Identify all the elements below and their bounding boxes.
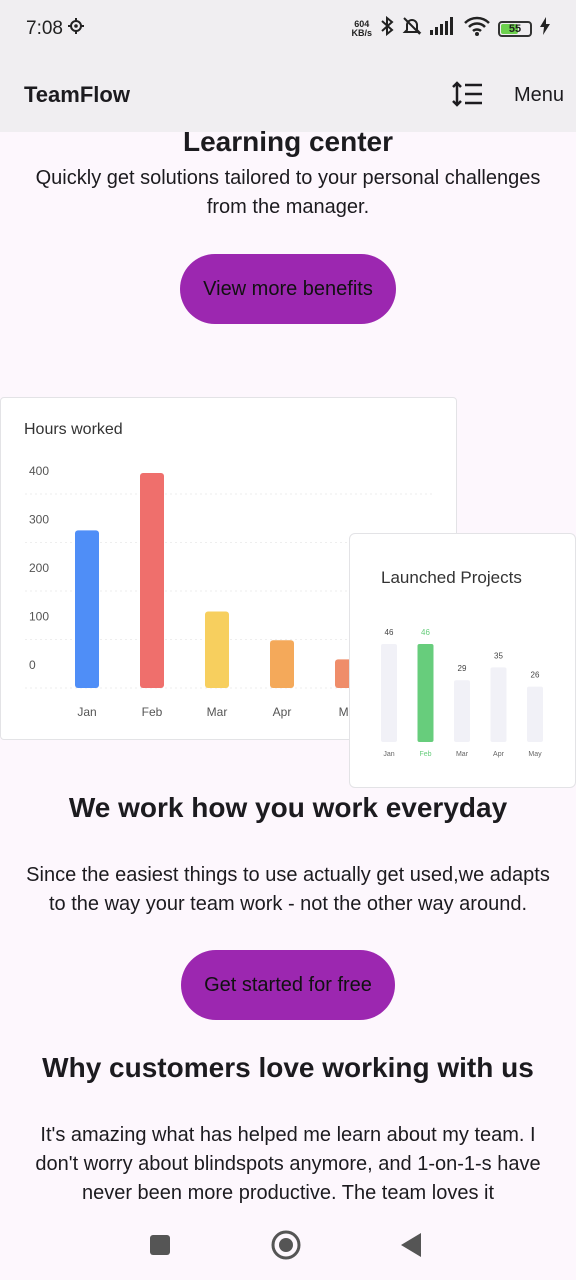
speed-unit: KB/s	[351, 28, 372, 38]
launched-projects-card: Launched Projects 46 Jan 46 Feb 29 Mar 35 Apr 26…	[349, 533, 576, 788]
customers-title: Why customers love working with us	[42, 1052, 534, 1083]
data-label: 46	[421, 628, 430, 637]
home-button[interactable]	[271, 1230, 301, 1265]
bar	[527, 686, 543, 742]
bluetooth-icon	[380, 15, 394, 42]
bar	[417, 644, 434, 742]
status-time: 7:08	[26, 18, 63, 39]
bar	[490, 667, 507, 742]
data-label: 26	[531, 671, 540, 680]
y-tick-label: 400	[29, 464, 49, 478]
y-tick-label: 0	[29, 658, 36, 672]
bar	[205, 611, 229, 688]
wifi-icon	[464, 16, 490, 42]
bar	[140, 473, 164, 688]
line-spacing-button[interactable]	[450, 78, 484, 112]
system-nav-bar	[0, 1212, 576, 1280]
app-actions: Menu	[450, 78, 564, 112]
learning-title: Learning center	[182, 126, 394, 157]
learning-line-2: from the manager.	[206, 196, 370, 218]
line-spacing-icon	[451, 80, 483, 110]
y-tick-label: 300	[29, 513, 49, 527]
x-tick-label: Apr	[493, 751, 505, 758]
recents-button[interactable]	[149, 1234, 171, 1261]
testimonial-text: It's amazing what has helped me learn ab…	[0, 1121, 576, 1208]
launched-projects-chart: 46 Jan 46 Feb 29 Mar 35 Apr 26 May	[381, 628, 543, 758]
bar	[381, 644, 397, 742]
testimonial-line-2: don't worry about blindspots anymore, an…	[35, 1153, 541, 1175]
back-button[interactable]	[400, 1232, 422, 1263]
work-line-2: to the way your team work - not the othe…	[48, 893, 528, 915]
x-tick-label: Feb	[142, 705, 163, 719]
testimonial-line-1: It's amazing what has helped me learn ab…	[40, 1124, 536, 1146]
app-bar: TeamFlow Menu	[0, 58, 576, 132]
home-circle-icon	[271, 1230, 301, 1260]
back-triangle-icon	[401, 1233, 421, 1257]
battery-icon: 55	[498, 21, 532, 37]
status-bar: 7:08 604 KB/s 55	[0, 0, 576, 58]
square-icon	[150, 1235, 170, 1255]
bar	[75, 530, 99, 688]
work-text: Since the easiest things to use actually…	[0, 861, 576, 919]
learning-section: Learning center Quickly get solutions ta…	[0, 126, 576, 324]
get-started-button[interactable]: Get started for free	[181, 950, 395, 1020]
y-tick-label: 200	[29, 561, 49, 575]
data-label: 46	[385, 628, 394, 637]
learning-line-1: Quickly get solutions tailored to your p…	[35, 167, 541, 189]
x-tick-label: Jan	[77, 705, 96, 719]
signal-icon	[430, 17, 456, 41]
bar	[454, 680, 470, 742]
work-line-1: Since the easiest things to use actually…	[26, 864, 550, 886]
menu-button[interactable]: Menu	[514, 80, 564, 111]
work-section: We work how you work everyday Since the …	[0, 792, 576, 1020]
x-tick-label: Mar	[207, 705, 228, 719]
battery-level: 55	[508, 23, 522, 35]
app-title: TeamFlow	[24, 82, 130, 107]
learning-text: Quickly get solutions tailored to your p…	[0, 164, 576, 222]
bell-off-icon	[402, 16, 422, 42]
status-right: 604 KB/s 55	[351, 15, 550, 42]
x-tick-label: Mar	[456, 751, 469, 758]
customers-section: Why customers love working with us It's …	[0, 1052, 576, 1208]
y-tick-label: 100	[29, 610, 49, 624]
network-speed: 604 KB/s	[351, 20, 372, 38]
data-label: 35	[494, 651, 503, 660]
x-tick-label: Feb	[419, 751, 431, 758]
settings-gear-icon	[67, 17, 85, 41]
x-tick-label: Jan	[383, 751, 394, 758]
testimonial-line-3: never been more productive. The team lov…	[81, 1182, 495, 1204]
work-title: We work how you work everyday	[68, 792, 508, 823]
status-left: 7:08	[26, 17, 85, 41]
charging-bolt-icon	[540, 17, 550, 41]
view-more-benefits-button[interactable]: View more benefits	[180, 254, 396, 324]
x-tick-label: Apr	[273, 705, 292, 719]
bar	[270, 640, 294, 688]
data-label: 29	[458, 664, 467, 673]
x-tick-label: May	[528, 751, 542, 758]
